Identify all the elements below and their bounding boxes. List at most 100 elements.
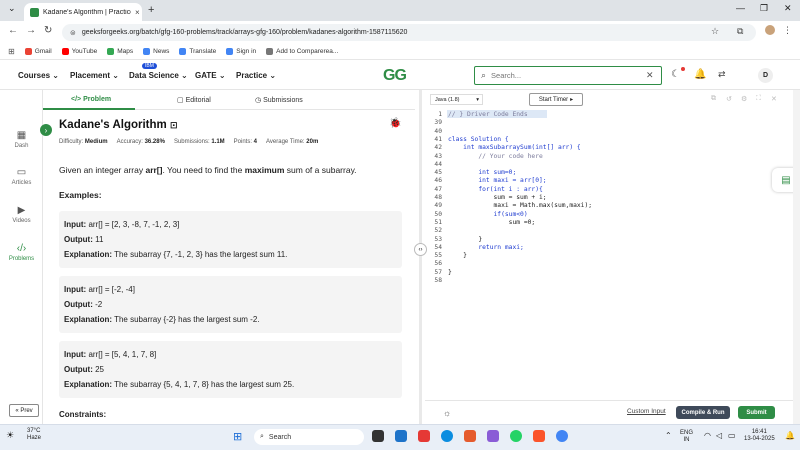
bookmark-icon[interactable]: ⊡ (170, 120, 178, 130)
browser-menu-icon[interactable]: ⋮ (783, 25, 792, 36)
bug-report-icon[interactable]: 🐞 (389, 118, 401, 129)
browser-tab[interactable]: Kadane's Algorithm | Practice | × (24, 3, 142, 21)
custom-input-link[interactable]: Custom Input (627, 408, 666, 415)
back-icon[interactable]: ← (8, 25, 18, 36)
bookmark-sign-in[interactable]: Sign in (226, 47, 256, 55)
maximize-button[interactable]: ❐ (760, 3, 768, 14)
apps-grid-icon[interactable]: ⊞ (8, 47, 15, 56)
bell-icon[interactable]: 🔔 (694, 69, 706, 80)
code-line[interactable]: class Solution { (448, 136, 509, 143)
chrome-icon[interactable] (556, 430, 568, 442)
code-line[interactable]: int maxi = arr[0]; (448, 177, 546, 184)
gfg-logo[interactable]: GG (383, 67, 407, 85)
fullscreen-icon[interactable]: ⛶ (756, 95, 761, 103)
menu-practice[interactable]: Practice ⌄ (236, 71, 276, 80)
example-explanation: Explanation: The subarray {7, -1, 2, 3} … (64, 250, 287, 259)
user-avatar[interactable]: D (758, 68, 773, 83)
address-bar[interactable]: ⊜ geeksforgeeks.org/batch/gfg-160-proble… (62, 24, 756, 41)
bookmark-maps[interactable]: Maps (107, 47, 133, 55)
whatsapp-icon[interactable] (510, 430, 522, 442)
tray-chevron-icon[interactable]: ⌃ (665, 431, 672, 440)
compile-run-button[interactable]: Compile & Run (676, 406, 730, 419)
code-line[interactable]: return maxi; (448, 244, 524, 251)
volume-icon[interactable]: ◁ (716, 431, 722, 440)
code-line[interactable]: } (448, 269, 452, 276)
profile-avatar[interactable] (765, 25, 775, 35)
site-info-icon[interactable]: ⊜ (70, 29, 76, 37)
theme-toggle-icon[interactable]: ☾ (671, 69, 680, 80)
rail-item-articles[interactable]: ▭ Articles (0, 167, 43, 186)
office-icon[interactable] (464, 430, 476, 442)
bookmark-translate[interactable]: Translate (179, 47, 216, 55)
code-line[interactable]: } (448, 252, 467, 259)
bookmark-comparerea[interactable]: Add to Comparerea... (266, 47, 338, 55)
code-editor[interactable]: 1 // } Driver Code Ends 39 40 41 class Soluti… (425, 109, 792, 399)
start-timer-button[interactable]: Start Timer ▸ (529, 93, 583, 106)
panel-splitter[interactable] (419, 90, 422, 424)
task-view-icon[interactable] (372, 430, 384, 442)
theme-sun-icon[interactable]: ☼ (443, 408, 451, 418)
bookmark-star-icon[interactable]: ☆ (711, 26, 719, 37)
code-line[interactable]: // Your code here (448, 153, 542, 160)
site-search[interactable]: ⌕ ✕ (474, 66, 662, 85)
reset-icon[interactable]: ↺ (726, 95, 732, 103)
code-line[interactable]: for(int i : arr){ (448, 186, 542, 193)
windows-start-icon[interactable]: ⊞ (233, 430, 242, 443)
battery-icon[interactable]: ▭ (728, 431, 736, 440)
file-explorer-icon[interactable] (395, 430, 407, 442)
close-window-button[interactable]: ✕ (784, 3, 792, 14)
code-line[interactable]: int sum=0; (448, 169, 516, 176)
submit-button[interactable]: Submit (738, 406, 775, 419)
more-icon[interactable]: ✕ (771, 95, 777, 103)
bookmark-youtube[interactable]: YouTube (61, 47, 97, 55)
search-input[interactable] (491, 71, 642, 80)
rail-item-videos[interactable]: ▶ Videos (0, 205, 43, 224)
copy-icon[interactable]: ⧉ (711, 95, 716, 103)
rail-item-problems[interactable]: ‹/› Problems (0, 243, 43, 262)
tab-problem[interactable]: </> Problem (71, 96, 111, 103)
url-text[interactable]: geeksforgeeks.org/batch/gfg-160-problems… (82, 29, 408, 36)
clock[interactable]: 16:41 13-04-2025 (744, 429, 775, 443)
youtube-app-icon[interactable] (418, 430, 430, 442)
label: Input: (64, 350, 87, 359)
tab-submissions[interactable]: ◷ Submissions (255, 96, 303, 104)
reload-icon[interactable]: ↻ (44, 25, 52, 36)
menu-placement[interactable]: Placement ⌄ (70, 71, 119, 80)
expand-arrow-icon[interactable]: › (40, 124, 52, 136)
extensions-icon[interactable]: ⧉ (737, 26, 743, 37)
notifications-icon[interactable]: 🔔 (785, 431, 795, 440)
settings-icon[interactable]: ⚙ (741, 95, 747, 103)
code-line[interactable]: if(sum<0) (448, 211, 527, 218)
code-line[interactable]: // } Driver Code Ends (448, 111, 528, 118)
code-line[interactable]: sum = sum + i; (448, 194, 546, 201)
prev-button[interactable]: « Prev (9, 404, 39, 417)
menu-courses[interactable]: Courses ⌄ (18, 71, 59, 80)
new-tab-button[interactable]: + (148, 4, 154, 16)
weather-icon[interactable]: ☀ (6, 430, 14, 441)
weather-widget[interactable]: 37°C Haze (27, 428, 41, 442)
clear-search-icon[interactable]: ✕ (646, 70, 654, 81)
bookmark-gmail[interactable]: Gmail (24, 47, 52, 55)
bookmark-news[interactable]: News (143, 47, 169, 55)
language-select[interactable]: Java (1.8) ▾ (430, 94, 483, 105)
menu-data-science[interactable]: Data Science ⌄ (129, 71, 188, 80)
minimize-button[interactable]: — (736, 3, 745, 13)
tab-close-icon[interactable]: × (135, 8, 140, 17)
code-line[interactable]: } (448, 236, 482, 243)
wifi-icon[interactable]: ◠ (704, 431, 711, 440)
scrollbar[interactable] (793, 90, 800, 424)
brave-icon[interactable] (533, 430, 545, 442)
code-line[interactable]: sum =0; (448, 219, 536, 226)
forward-icon[interactable]: → (26, 25, 36, 36)
edge-icon[interactable] (441, 430, 453, 442)
menu-gate[interactable]: GATE ⌄ (195, 71, 226, 80)
language-indicator[interactable]: ENG IN (680, 430, 693, 444)
code-line[interactable]: maxi = Math.max(sum,maxi); (448, 202, 592, 209)
code-line[interactable]: int maxSubarraySum(int[] arr) { (448, 144, 581, 151)
tab-search-icon[interactable]: ⌄ (8, 3, 16, 14)
copilot-icon[interactable] (487, 430, 499, 442)
rail-item-dash[interactable]: ▦ Dash (0, 130, 43, 149)
taskbar-search[interactable]: ⌕ Search (254, 429, 364, 445)
translate-page-icon[interactable]: ⇄ (718, 69, 726, 80)
tab-editorial[interactable]: ▢ Editorial (177, 96, 211, 104)
